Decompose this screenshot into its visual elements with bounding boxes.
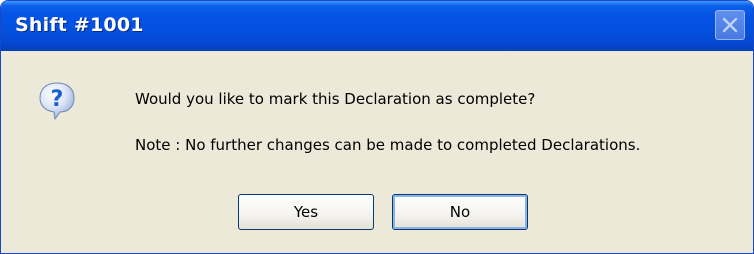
no-button[interactable]: No <box>392 194 528 230</box>
yes-button[interactable]: Yes <box>238 194 374 230</box>
dialog-note: Note : No further changes can be made to… <box>135 136 641 154</box>
message-dialog: Shift #1001 ? Would you like to mark thi… <box>0 0 754 254</box>
close-icon <box>722 17 738 33</box>
question-icon: ? <box>39 82 75 121</box>
close-button[interactable] <box>715 10 745 40</box>
dialog-title: Shift #1001 <box>15 14 144 36</box>
dialog-message: Would you like to mark this Declaration … <box>135 90 536 108</box>
svg-text:?: ? <box>51 87 64 112</box>
title-bar[interactable]: Shift #1001 <box>1 1 753 51</box>
